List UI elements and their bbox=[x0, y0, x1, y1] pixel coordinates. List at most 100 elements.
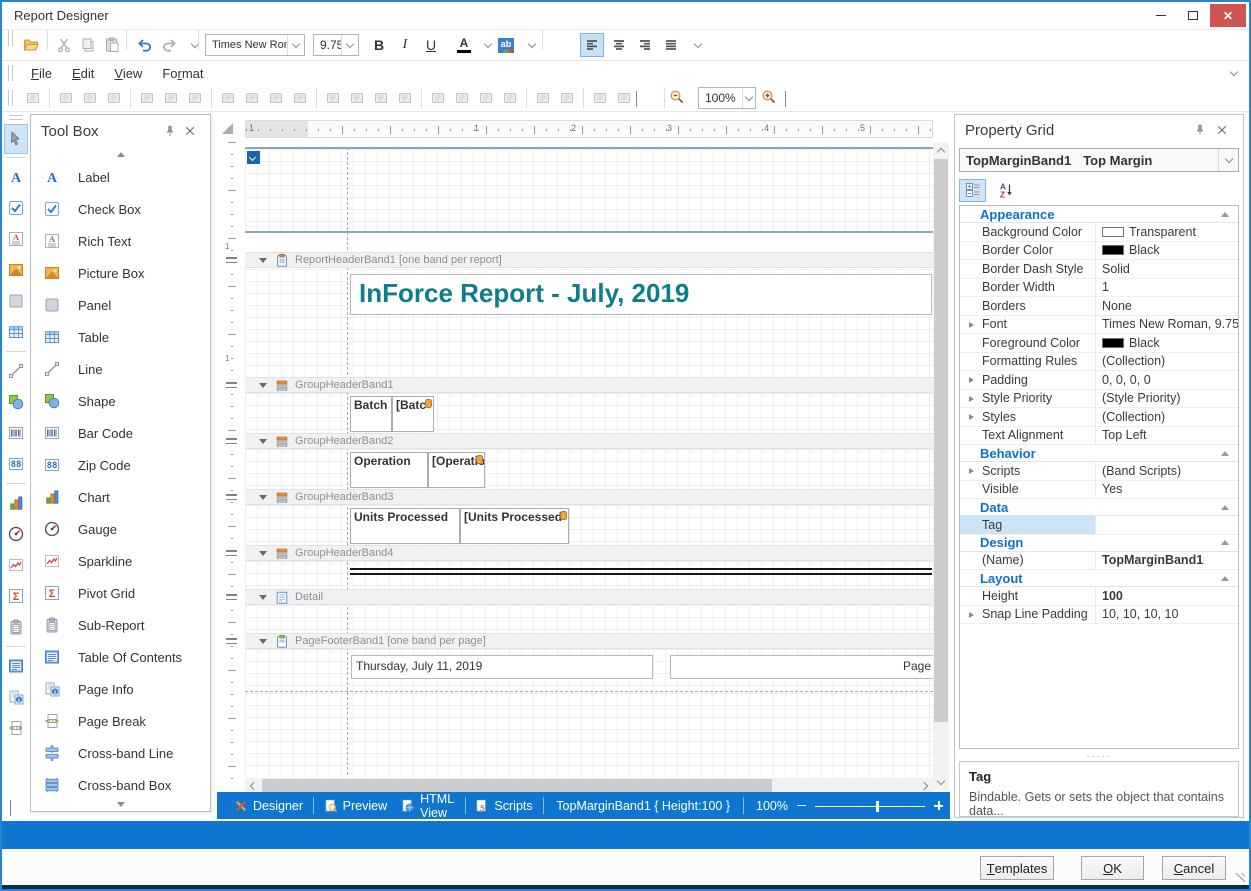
property-value[interactable]: TopMarginBand1 bbox=[1096, 552, 1238, 570]
menubar-grip[interactable] bbox=[8, 65, 13, 81]
cut-button[interactable] bbox=[52, 30, 76, 60]
font-name-dropdown[interactable] bbox=[287, 35, 304, 55]
toolbox-item-check-box[interactable]: Check Box bbox=[31, 193, 210, 225]
collapse-arrow-icon[interactable] bbox=[1221, 451, 1229, 456]
align-justify-button[interactable] bbox=[659, 33, 683, 57]
zoom-slider-minus[interactable] bbox=[797, 805, 806, 806]
toolbox-item-page-info[interactable]: i Page Info bbox=[31, 673, 210, 705]
band-header-group3[interactable]: GroupHeaderBand3 bbox=[245, 489, 933, 505]
layout-tool-button[interactable] bbox=[21, 90, 45, 106]
property-value[interactable]: Solid bbox=[1096, 260, 1238, 278]
toolbox-scroll-up[interactable] bbox=[31, 147, 210, 161]
layout-tool-button[interactable] bbox=[474, 90, 498, 106]
zoom-out-button[interactable] bbox=[669, 89, 693, 108]
toolbox-scroll-down[interactable] bbox=[31, 802, 210, 807]
toolbar-grip[interactable] bbox=[8, 30, 13, 46]
toolbox-item-zip-code[interactable]: 88 Zip Code bbox=[31, 449, 210, 481]
minimize-button[interactable] bbox=[1146, 4, 1176, 27]
cancel-button[interactable]: Cancel bbox=[1162, 856, 1226, 880]
layout-tool-button[interactable] bbox=[498, 90, 522, 106]
zoom-combo[interactable]: 100% bbox=[698, 87, 756, 109]
band-drag-handle[interactable] bbox=[226, 594, 237, 600]
property-row-height[interactable]: Height 100 bbox=[960, 587, 1238, 606]
strip-tool-pointer[interactable] bbox=[4, 124, 28, 154]
object-selector-dropdown[interactable] bbox=[1218, 149, 1238, 171]
strip-tool-chart[interactable] bbox=[4, 489, 28, 517]
band-drag-handle[interactable] bbox=[226, 494, 237, 500]
strip-expand-button[interactable] bbox=[10, 800, 13, 815]
property-value[interactable]: 10, 10, 10, 10 bbox=[1096, 606, 1238, 624]
tab-designer[interactable]: Designer bbox=[227, 792, 310, 819]
band-drag-handle[interactable] bbox=[226, 550, 237, 556]
strip-tool-zipcode[interactable]: 88 bbox=[4, 450, 28, 478]
property-value[interactable]: (Style Priority) bbox=[1096, 390, 1238, 408]
pin-button[interactable] bbox=[1189, 123, 1211, 137]
toolbox-item-cross-band-line[interactable]: Cross-band Line bbox=[31, 737, 210, 769]
font-color-button[interactable]: A bbox=[452, 30, 476, 60]
property-value[interactable]: Times New Roman, 9.75pt bbox=[1096, 316, 1238, 334]
toolbox-item-pivot-grid[interactable]: Σ Pivot Grid bbox=[31, 577, 210, 609]
scroll-down-button[interactable] bbox=[933, 774, 949, 790]
collapse-caret-icon[interactable] bbox=[259, 258, 267, 263]
categorized-view-button[interactable] bbox=[959, 179, 986, 202]
layout-tool-button[interactable] bbox=[426, 90, 450, 106]
strip-tool-barcode[interactable] bbox=[4, 419, 28, 447]
strip-tool-gauge[interactable] bbox=[4, 520, 28, 548]
zoom-dropdown-chevron[interactable] bbox=[785, 91, 809, 106]
band-drag-handle[interactable] bbox=[226, 638, 237, 644]
band-header-group1[interactable]: GroupHeaderBand1 bbox=[245, 377, 933, 393]
strip-tool-panel[interactable] bbox=[4, 287, 28, 315]
property-category-design[interactable]: Design bbox=[960, 535, 1238, 552]
property-value[interactable]: Black bbox=[1096, 334, 1238, 352]
layout-tool-button[interactable] bbox=[288, 90, 312, 106]
property-row-text-alignment[interactable]: Text Alignment Top Left bbox=[960, 427, 1238, 446]
strip-tool-checkbox[interactable] bbox=[4, 194, 28, 222]
layout-tool-button[interactable] bbox=[78, 90, 102, 106]
alphabetical-sort-button[interactable]: AZ bbox=[992, 179, 1019, 202]
strip-tool-subreport[interactable] bbox=[4, 613, 28, 641]
property-value[interactable]: Yes bbox=[1096, 481, 1238, 499]
band-header-group4[interactable]: GroupHeaderBand4 bbox=[245, 545, 933, 561]
property-value[interactable] bbox=[1096, 516, 1238, 534]
expand-arrow-icon[interactable] bbox=[969, 377, 974, 383]
collapse-arrow-icon[interactable] bbox=[1221, 505, 1229, 510]
toolbox-item-cross-band-box[interactable]: Cross-band Box bbox=[31, 769, 210, 801]
redo-button[interactable] bbox=[158, 30, 182, 60]
highlight-dropdown[interactable] bbox=[520, 30, 544, 60]
undo-button[interactable] bbox=[132, 30, 156, 60]
toolbox-item-label[interactable]: A Label bbox=[31, 161, 210, 193]
expand-arrow-icon[interactable] bbox=[969, 468, 974, 474]
align-dropdown[interactable] bbox=[686, 30, 710, 60]
tab-html-view[interactable]: HTML View bbox=[394, 792, 462, 819]
property-grid-close-button[interactable] bbox=[1211, 124, 1233, 136]
band-header-detail[interactable]: Detail bbox=[245, 589, 933, 605]
layout-tool-button[interactable] bbox=[612, 90, 636, 106]
ruler-corner-button[interactable] bbox=[222, 123, 233, 134]
tab-preview[interactable]: Preview bbox=[317, 792, 394, 819]
collapse-caret-icon[interactable] bbox=[259, 639, 267, 644]
splitter-handle[interactable]: ····· bbox=[955, 751, 1243, 761]
toolbox-item-chart[interactable]: Chart bbox=[31, 481, 210, 513]
layout-tool-button[interactable] bbox=[555, 90, 579, 106]
expand-arrow-icon[interactable] bbox=[969, 396, 974, 402]
property-row-borders[interactable]: Borders None bbox=[960, 297, 1238, 316]
units-processed-label[interactable]: Units Processed bbox=[350, 508, 460, 544]
strip-tool-table[interactable] bbox=[4, 318, 28, 346]
property-row-border-dash-style[interactable]: Border Dash Style Solid bbox=[960, 260, 1238, 279]
property-value[interactable]: (Collection) bbox=[1096, 408, 1238, 426]
property-row-scripts[interactable]: Scripts (Band Scripts) bbox=[960, 462, 1238, 481]
toolbox-item-sparkline[interactable]: Sparkline bbox=[31, 545, 210, 577]
vertical-scroll-thumb[interactable] bbox=[934, 159, 948, 722]
menu-item-view[interactable]: View bbox=[104, 63, 152, 84]
close-button[interactable]: ✕ bbox=[1210, 4, 1246, 27]
strip-tool-toc[interactable] bbox=[4, 652, 28, 680]
toolbox-item-rich-text[interactable]: A Rich Text bbox=[31, 225, 210, 257]
menu-item-edit[interactable]: Edit bbox=[62, 63, 104, 84]
strip-tool-richtext[interactable]: A bbox=[4, 225, 28, 253]
layout-dropdown[interactable] bbox=[636, 91, 660, 106]
top-margin-band[interactable] bbox=[245, 147, 933, 233]
property-row-tag[interactable]: Tag bbox=[960, 516, 1238, 535]
toolbox-item-shape[interactable]: Shape bbox=[31, 385, 210, 417]
font-name-combo[interactable]: Times New Roman bbox=[205, 34, 305, 56]
toolbox-close-button[interactable] bbox=[180, 125, 200, 137]
